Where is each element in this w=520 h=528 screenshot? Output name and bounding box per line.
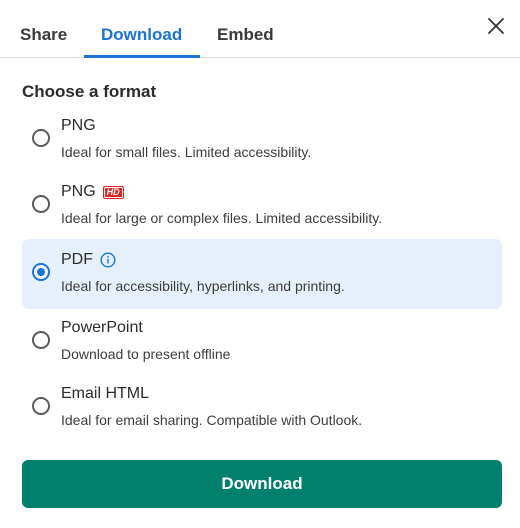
option-title-text: PDF	[61, 251, 93, 268]
active-tab-indicator	[84, 55, 200, 58]
radio-png-hd[interactable]	[32, 195, 50, 213]
option-title: PNG HD	[61, 182, 124, 202]
tab-share[interactable]: Share	[20, 25, 67, 45]
close-icon[interactable]	[486, 16, 506, 36]
section-title: Choose a format	[22, 82, 157, 101]
hd-badge-icon: HD	[102, 185, 124, 199]
option-title: PowerPoint	[61, 318, 143, 338]
radio-png[interactable]	[32, 129, 50, 147]
info-icon[interactable]	[100, 252, 116, 268]
option-title-text: PowerPoint	[61, 319, 143, 336]
option-title-text: Email HTML	[61, 385, 150, 402]
tab-bar: Share Download Embed	[0, 0, 520, 58]
radio-pdf[interactable]	[32, 263, 50, 281]
format-option-pdf[interactable]: PDF Ideal for accessibility, hyperlinks,…	[22, 239, 502, 309]
download-button[interactable]: Download	[22, 460, 502, 508]
option-description: Ideal for accessibility, hyperlinks, and…	[61, 278, 345, 294]
option-title: Email HTML	[61, 384, 149, 404]
format-option-png[interactable]: PNG Ideal for small files. Limited acces…	[22, 105, 502, 175]
option-description: Ideal for large or complex files. Limite…	[61, 210, 383, 226]
format-option-powerpoint[interactable]: PowerPoint Download to present offline	[22, 307, 502, 377]
option-title-text: PNG	[61, 183, 96, 200]
radio-powerpoint[interactable]	[32, 331, 50, 349]
option-title: PDF	[61, 250, 116, 270]
radio-email-html[interactable]	[32, 397, 50, 415]
option-title: PNG	[61, 116, 96, 136]
format-option-email-html[interactable]: Email HTML Ideal for email sharing. Comp…	[22, 373, 502, 443]
tab-download[interactable]: Download	[101, 25, 182, 45]
tab-embed[interactable]: Embed	[217, 25, 274, 45]
option-title-text: PNG	[61, 117, 96, 134]
format-option-png-hd[interactable]: PNG HD Ideal for large or complex files.…	[22, 171, 502, 241]
option-description: Ideal for small files. Limited accessibi…	[61, 144, 312, 160]
option-description: Download to present offline	[61, 346, 231, 362]
option-description: Ideal for email sharing. Compatible with…	[61, 412, 363, 428]
